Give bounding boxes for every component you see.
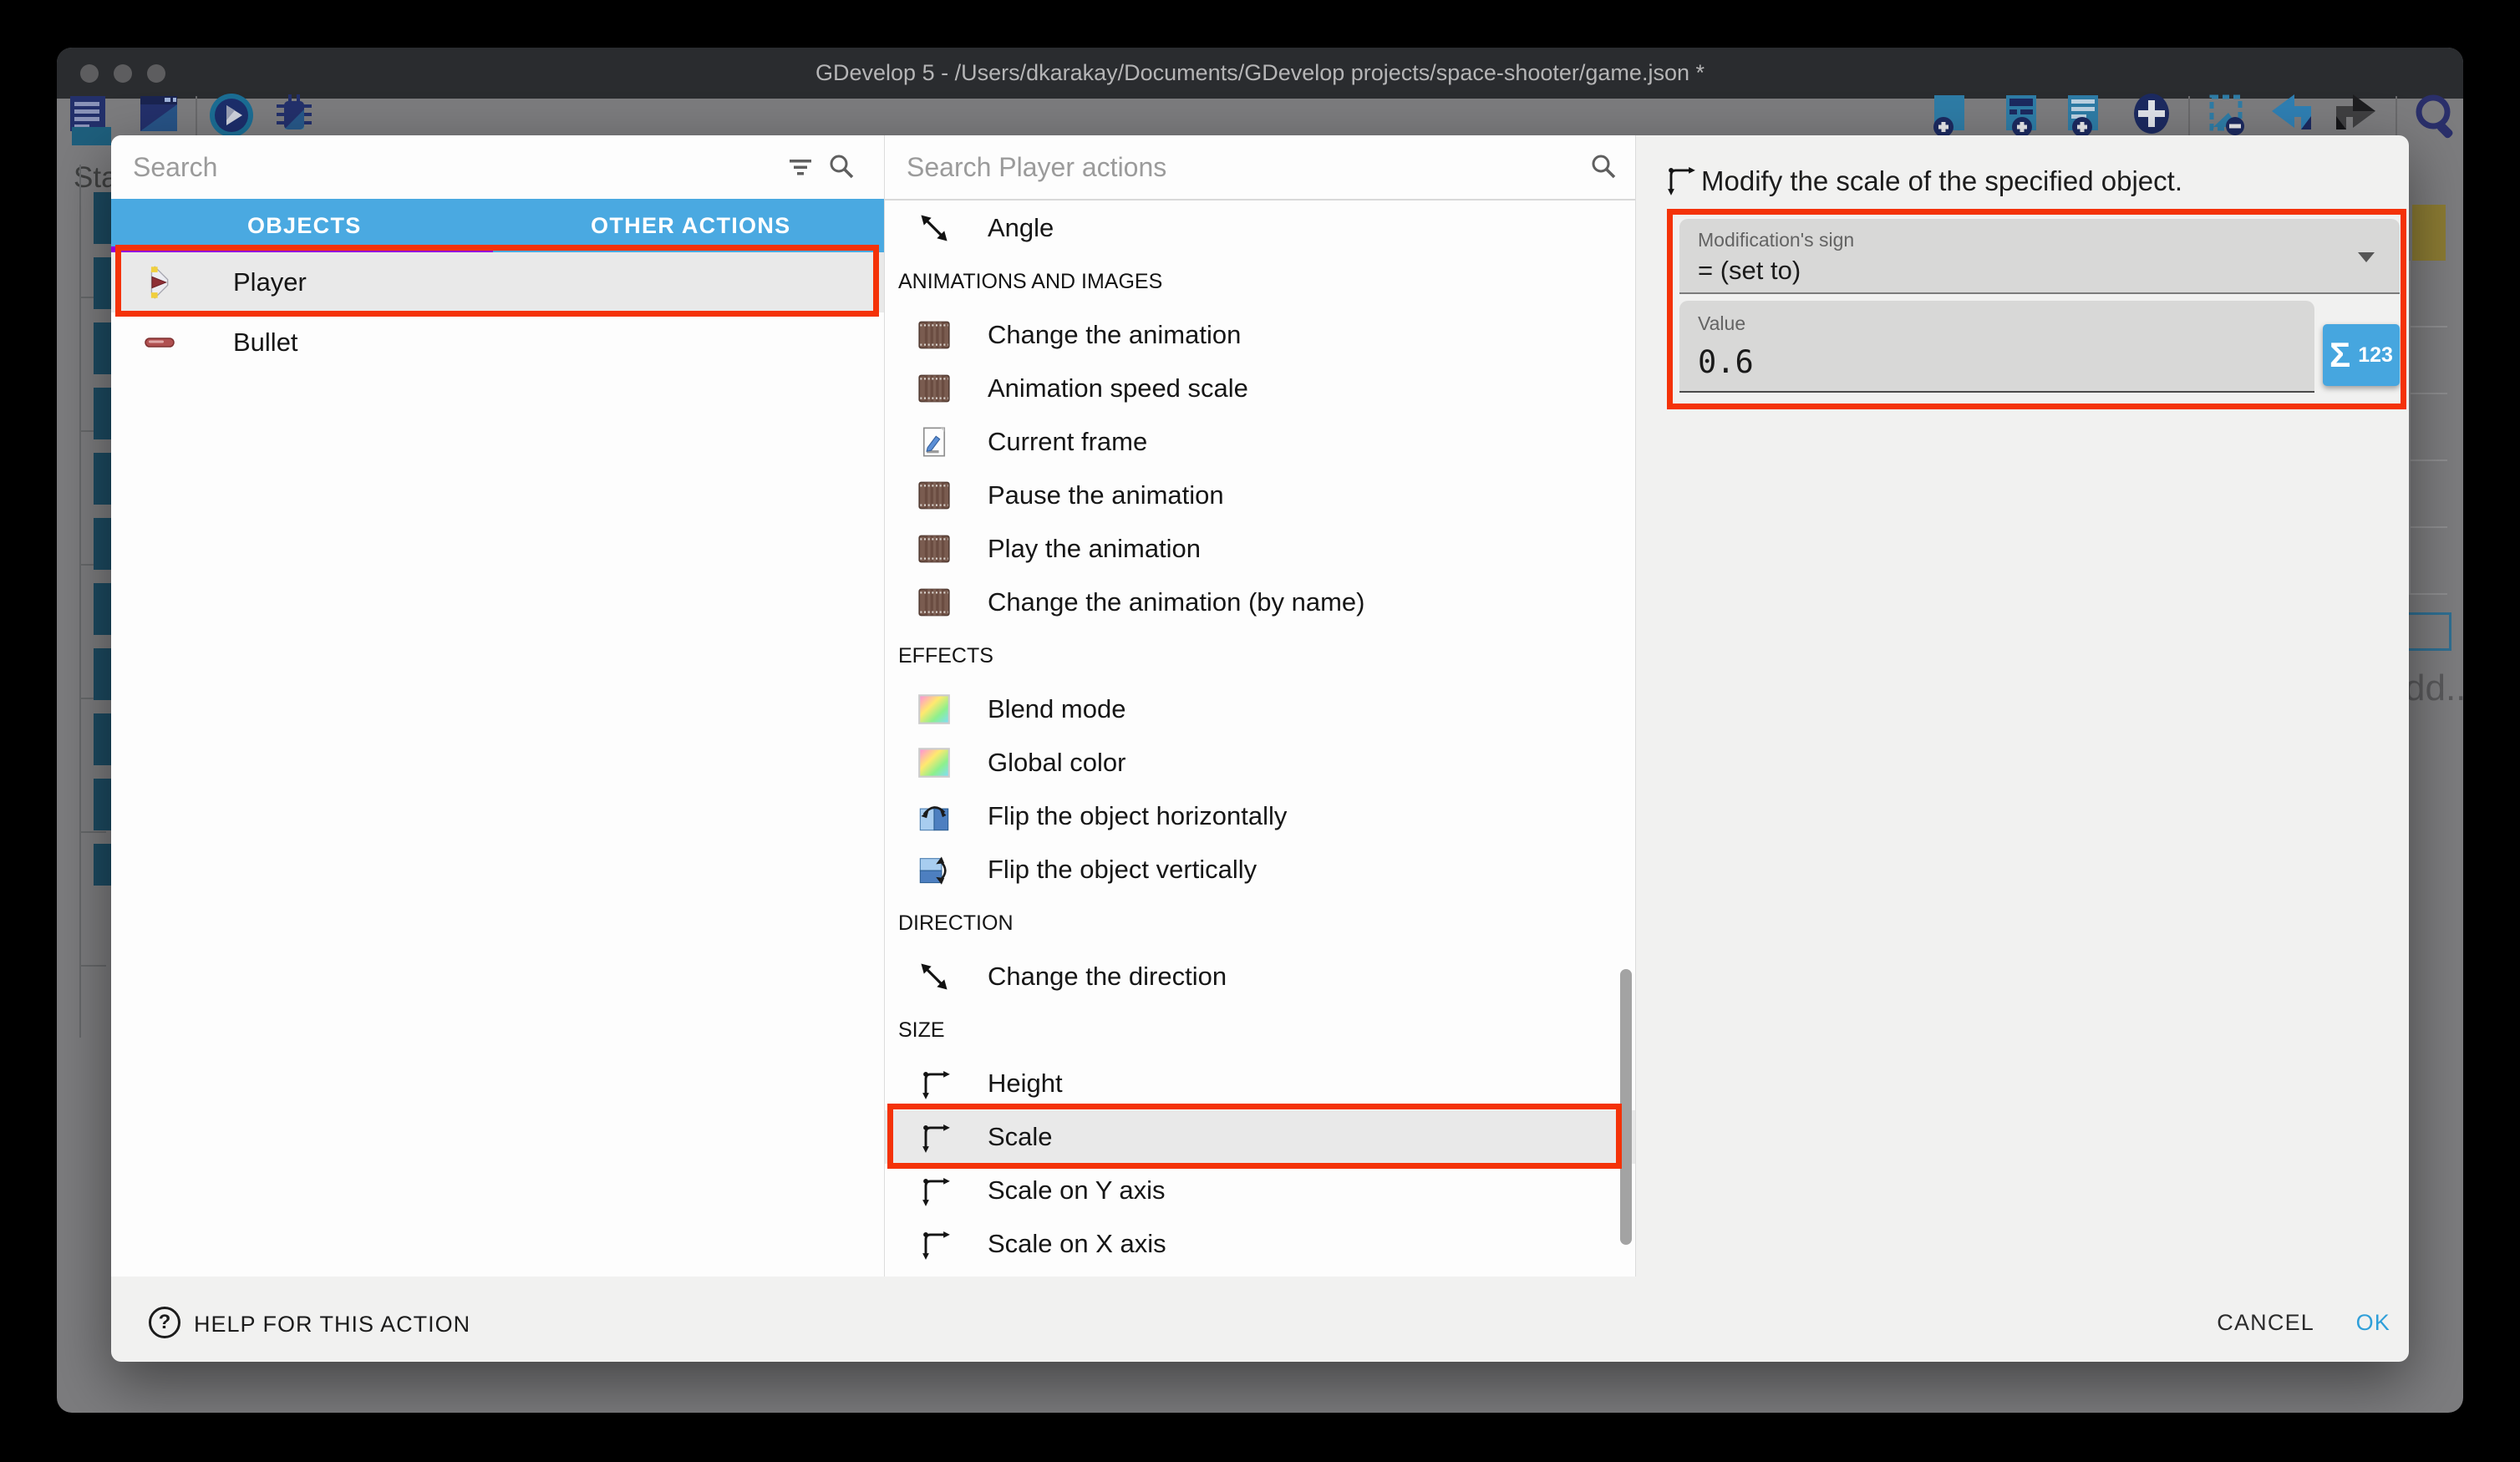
add-subevent-icon[interactable] [1999, 91, 2047, 142]
search-events-icon[interactable] [2411, 91, 2463, 149]
event-sheet-empty-field [2406, 612, 2451, 651]
size-icon [916, 1226, 953, 1262]
player-icon [141, 262, 181, 302]
action-list-item[interactable]: Blend mode [885, 683, 1635, 736]
objects-list: Player Bullet [111, 252, 884, 373]
edit-action-dialog: OBJECTS OTHER ACTIONS Player Bullet Angl… [111, 135, 2409, 1362]
modification-sign-select[interactable]: Modification's sign = (set to) [1679, 219, 2400, 294]
bullet-icon [141, 322, 181, 363]
delete-event-icon[interactable] [2204, 91, 2253, 142]
size-icon [916, 1065, 953, 1102]
sigma-icon: Σ [2329, 338, 2350, 373]
object-list-item[interactable]: Bullet [111, 312, 884, 373]
color-icon [916, 691, 953, 728]
objects-search-row [111, 135, 884, 199]
add-action-partial-label: dd... [2405, 668, 2463, 709]
scene-tab-indicator [72, 127, 111, 145]
color-icon [916, 744, 953, 781]
flip-vertical-icon [916, 851, 953, 888]
undo-icon[interactable] [2267, 91, 2315, 142]
action-description-title: Modify the scale of the specified object… [1701, 165, 2182, 197]
action-section-header: SIZE [885, 1003, 1635, 1057]
direction-icon [916, 958, 953, 995]
toolbar-separator [2396, 96, 2397, 136]
action-list-item[interactable]: Current frame [885, 415, 1635, 469]
search-icon[interactable] [826, 152, 856, 182]
action-list-item[interactable]: Flip the object vertically [885, 843, 1635, 896]
action-list-item[interactable]: Height [885, 1057, 1635, 1110]
objects-search-input[interactable] [111, 135, 653, 199]
value-field-value: 0.6 [1698, 344, 1754, 380]
action-list-item[interactable]: Flip the object horizontally [885, 789, 1635, 843]
event-sheet-cells [2409, 261, 2447, 595]
angle-icon [916, 210, 953, 246]
size-icon [916, 1119, 953, 1155]
scene-editor-tab-icon[interactable] [134, 91, 185, 142]
action-list-item[interactable]: Change the animation (by name) [885, 576, 1635, 629]
objects-panel: OBJECTS OTHER ACTIONS Player Bullet [111, 135, 884, 1277]
cancel-button[interactable]: CANCEL [2212, 1309, 2319, 1337]
action-list-item[interactable]: Scale on Y axis [885, 1164, 1635, 1217]
film-icon [916, 370, 953, 407]
film-icon [916, 584, 953, 621]
frame-icon [916, 424, 953, 460]
redo-icon[interactable] [2332, 91, 2380, 142]
ok-button[interactable]: OK [2351, 1309, 2396, 1337]
expression-button-digits: 123 [2358, 343, 2393, 368]
expression-editor-button[interactable]: Σ 123 [2323, 324, 2400, 386]
add-circle-icon[interactable] [2127, 91, 2176, 142]
actions-search-input[interactable] [885, 135, 1543, 199]
action-list-item[interactable]: Width [885, 1271, 1635, 1275]
actions-panel: Angle ANIMATIONS AND IMAGES Change the a… [884, 135, 1636, 1277]
search-icon[interactable] [1588, 152, 1618, 182]
action-list-item[interactable]: Pause the animation [885, 469, 1635, 522]
field-label: Value [1698, 312, 1745, 335]
action-list-item[interactable]: Scale [885, 1110, 1635, 1164]
screen: GDevelop 5 - /Users/dkarakay/Documents/G… [0, 0, 2520, 1462]
event-sheet-highlight-block [2412, 205, 2446, 261]
size-icon [916, 1172, 953, 1209]
action-section-header: EFFECTS [885, 629, 1635, 683]
toolbar-separator [196, 96, 197, 136]
add-comment-icon[interactable] [2060, 91, 2109, 142]
scale-action-icon [1663, 163, 1696, 196]
object-tabs: OBJECTS OTHER ACTIONS [111, 199, 884, 252]
chevron-down-icon [2356, 251, 2376, 268]
action-list-item[interactable]: Angle [885, 201, 1635, 255]
help-icon[interactable]: ? [149, 1307, 180, 1338]
filter-icon[interactable] [785, 152, 815, 182]
event-sheet-condition-blocks [94, 192, 111, 886]
toolbar-separator [2188, 96, 2190, 136]
add-event-icon[interactable] [1927, 91, 1975, 142]
actions-search-row [885, 135, 1635, 201]
action-list-item[interactable]: Global color [885, 736, 1635, 789]
help-for-this-action-link[interactable]: HELP FOR THIS ACTION [194, 1312, 470, 1338]
field-label: Modification's sign [1698, 229, 1854, 251]
actions-scrollbar[interactable] [1620, 969, 1632, 1245]
object-list-item[interactable]: Player [111, 252, 884, 312]
action-list-item[interactable]: Change the animation [885, 308, 1635, 362]
action-section-header: ANIMATIONS AND IMAGES [885, 255, 1635, 308]
tab-other-actions[interactable]: OTHER ACTIONS [498, 199, 885, 252]
value-input-field[interactable]: Value 0.6 [1679, 301, 2314, 393]
action-list-item[interactable]: Scale on X axis [885, 1217, 1635, 1271]
player-actions-list: Angle ANIMATIONS AND IMAGES Change the a… [885, 201, 1635, 1275]
flip-horizontal-icon [916, 798, 953, 835]
active-tab-underline [111, 246, 493, 252]
action-section-header: DIRECTION [885, 896, 1635, 950]
debug-icon[interactable] [267, 91, 319, 142]
action-list-item[interactable]: Play the animation [885, 522, 1635, 576]
action-list-item[interactable]: Animation speed scale [885, 362, 1635, 415]
action-list-item[interactable]: Change the direction [885, 950, 1635, 1003]
sign-field-value: = (set to) [1698, 256, 1801, 286]
tab-objects[interactable]: OBJECTS [111, 199, 498, 252]
film-icon [916, 530, 953, 567]
film-icon [916, 317, 953, 353]
film-icon [916, 477, 953, 514]
